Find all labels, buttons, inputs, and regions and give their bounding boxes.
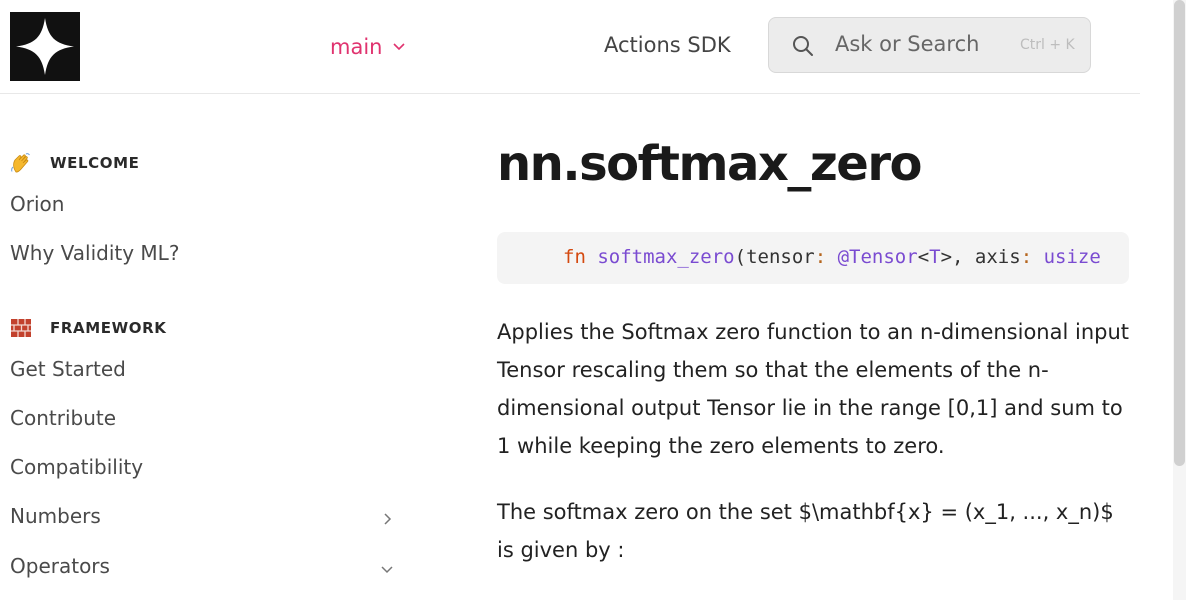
code-type: usize [1032, 246, 1101, 268]
search-bar[interactable]: Ask or Search Ctrl + K [768, 17, 1091, 73]
description-paragraph: The softmax zero on the set $\mathbf{x} … [497, 500, 1114, 562]
actions-sdk-link[interactable]: Actions SDK [604, 33, 731, 57]
section-title-welcome: WELCOME [10, 152, 139, 174]
chevron-down-icon[interactable] [380, 562, 394, 576]
code-param: axis [974, 246, 1021, 268]
chevron-down-icon [393, 43, 406, 51]
sidebar-item-why-validity-ml[interactable]: Why Validity ML? [10, 241, 394, 271]
code-lt: < [917, 246, 930, 268]
code-paren: ( [734, 246, 747, 268]
code-type: @Tensor [826, 246, 918, 268]
code-colon: : [814, 246, 827, 268]
code-param: tensor [746, 246, 815, 268]
search-placeholder: Ask or Search [835, 32, 980, 56]
page-title: nn.softmax_zero [497, 136, 922, 192]
sidebar-item-label: Get Started [10, 357, 126, 381]
code-signature: fn softmax_zero(tensor: @Tensor<T>, axis… [563, 246, 1101, 268]
bricks-icon [11, 319, 31, 337]
section-title-framework: FRAMEWORK [10, 317, 166, 339]
code-type-param: T [929, 246, 941, 268]
logo-icon[interactable] [10, 12, 80, 81]
code-gt: >, [940, 246, 975, 268]
search-shortcut: Ctrl + K [1020, 37, 1075, 53]
version-label: main [330, 35, 383, 59]
sidebar-item-label: Numbers [10, 504, 101, 528]
sidebar-item-label: Compatibility [10, 455, 144, 479]
sidebar-item-compatibility[interactable]: Compatibility [10, 455, 394, 485]
sidebar-item-numbers[interactable]: Numbers [10, 504, 394, 534]
waving-hand-icon [11, 153, 30, 173]
version-selector[interactable]: main [330, 33, 406, 61]
search-icon [793, 36, 813, 56]
section-title-text: FRAMEWORK [50, 319, 167, 337]
sidebar-item-label: Why Validity ML? [10, 241, 180, 265]
sidebar-item-orion[interactable]: Orion [10, 192, 394, 222]
sidebar-item-label: Operators [10, 554, 110, 578]
chevron-right-icon[interactable] [380, 512, 394, 526]
code-colon: : [1020, 246, 1033, 268]
sidebar: WELCOME Orion Why Validity ML? FRAMEWORK… [0, 94, 410, 600]
description-paragraph: Applies the Softmax zero function to an … [497, 320, 1130, 458]
sidebar-item-label: Orion [10, 192, 65, 216]
sidebar-item-get-started[interactable]: Get Started [10, 357, 394, 387]
sidebar-item-contribute[interactable]: Contribute [10, 406, 394, 436]
sidebar-item-label: Contribute [10, 406, 117, 430]
sidebar-item-operators[interactable]: Operators [10, 554, 394, 584]
top-header: main Actions SDK Ask or Search Ctrl + K [0, 0, 1140, 94]
code-keyword: fn [563, 246, 586, 268]
section-title-text: WELCOME [50, 154, 140, 172]
code-function-name: softmax_zero [597, 246, 735, 268]
code-block: fn softmax_zero(tensor: @Tensor<T>, axis… [497, 232, 1129, 284]
page-scrollbar-thumb[interactable] [1174, 0, 1185, 466]
